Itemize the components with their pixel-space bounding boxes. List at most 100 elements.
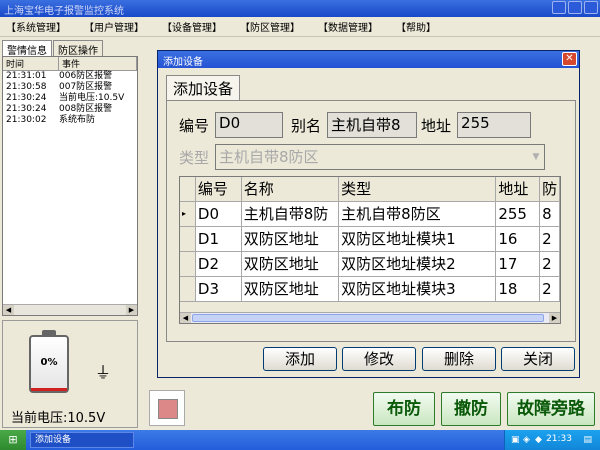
left-panel: 警情信息 防区操作 时间 事件 21:31:01 006防区报警 21:30:58… xyxy=(2,40,140,430)
maximize-icon[interactable] xyxy=(568,1,582,14)
device-alias-field[interactable]: 主机自带8 xyxy=(327,112,418,138)
bypass-button[interactable]: 故障旁路 xyxy=(507,392,595,426)
label-type: 类型 xyxy=(179,148,210,167)
log-time: 21:30:58 xyxy=(6,82,47,92)
battery-percent: 0% xyxy=(40,357,58,368)
scroll-right-icon[interactable]: ▶ xyxy=(126,305,137,315)
menu-help[interactable]: 【帮助】 xyxy=(396,19,436,34)
row-indicator-header xyxy=(180,177,196,202)
chevron-down-icon[interactable]: ▼ xyxy=(528,145,544,169)
device-no-field[interactable]: D0 xyxy=(215,112,284,138)
dialog-body: 编号 D0 别名 主机自带8 地址 255 类型 主机自带8防区 ▼ 编号 名称… xyxy=(166,100,576,342)
current-voltage: 当前电压:10.5V xyxy=(11,411,106,426)
app-title: 上海宝华电子报警监控系统 xyxy=(4,6,124,17)
col-time-header[interactable]: 时间 xyxy=(3,57,59,70)
log-header: 时间 事件 xyxy=(3,57,137,71)
table-row[interactable]: D1 双防区地址 双防区地址模块1 16 2 xyxy=(180,227,560,252)
scroll-left-icon[interactable]: ◀ xyxy=(3,305,14,315)
log-hscrollbar[interactable]: ◀ ▶ xyxy=(3,304,137,315)
app-title-bar: 上海宝华电子报警监控系统 xyxy=(0,0,600,17)
cell-addr: 255 xyxy=(496,202,541,227)
cell-no: D3 xyxy=(195,277,242,302)
device-addr-field[interactable]: 255 xyxy=(457,112,532,138)
log-event: 当前电压:10.5V xyxy=(59,93,125,103)
cell-name: 主机自带8防 xyxy=(241,202,340,227)
cell-type: 双防区地址模块2 xyxy=(339,252,497,277)
cell-zone: 8 xyxy=(540,202,560,227)
label-alias: 别名 xyxy=(291,116,322,135)
system-tray: ▣ ◈ ◆ 21:33 ▤ xyxy=(504,430,600,450)
tab-zone-operation[interactable]: 防区操作 xyxy=(53,40,103,57)
scroll-right-icon[interactable]: ▶ xyxy=(549,313,560,323)
modify-button[interactable]: 修改 xyxy=(342,347,416,371)
delete-button[interactable]: 删除 xyxy=(422,347,496,371)
cell-name: 双防区地址 xyxy=(241,277,340,302)
clock: 21:33 xyxy=(546,434,572,444)
close-button[interactable]: 关闭 xyxy=(501,347,575,371)
row-indicator xyxy=(180,277,196,302)
col-name-header[interactable]: 名称 xyxy=(241,177,340,202)
type-row: 类型 主机自带8防区 ▼ xyxy=(179,144,546,170)
arm-button[interactable]: 布防 xyxy=(373,392,435,426)
scroll-thumb[interactable] xyxy=(192,314,544,322)
table-header: 编号 名称 类型 地址 防 xyxy=(180,177,560,202)
menu-system[interactable]: 【系统管理】 xyxy=(6,19,66,34)
cell-name: 双防区地址 xyxy=(241,252,340,277)
col-event-header[interactable]: 事件 xyxy=(59,57,137,70)
menu-data[interactable]: 【数据管理】 xyxy=(318,19,378,34)
list-item[interactable]: 21:31:01 006防区报警 xyxy=(3,71,137,82)
device-image-thumbnail xyxy=(149,390,185,426)
cell-type: 双防区地址模块3 xyxy=(339,277,497,302)
minimize-icon[interactable] xyxy=(552,1,566,14)
list-item[interactable]: 21:30:58 007防区报警 xyxy=(3,82,137,93)
menu-device[interactable]: 【设备管理】 xyxy=(162,19,222,34)
bottom-toolbar: 布防 撤防 故障旁路 xyxy=(145,388,600,430)
col-addr-header[interactable]: 地址 xyxy=(496,177,541,202)
dialog-title: 添加设备 xyxy=(163,57,203,68)
scroll-left-icon[interactable]: ◀ xyxy=(180,313,191,323)
power-plug-icon: ⏚ xyxy=(95,363,112,382)
cell-type: 主机自带8防区 xyxy=(339,202,497,227)
device-type-select[interactable]: 主机自带8防区 ▼ xyxy=(215,144,546,170)
menu-zone[interactable]: 【防区管理】 xyxy=(240,19,300,34)
windows-start-icon[interactable]: ⊞ xyxy=(0,430,26,450)
battery-level-fill xyxy=(31,388,67,391)
label-addr: 地址 xyxy=(421,116,452,135)
tab-alarm-info[interactable]: 警情信息 xyxy=(2,40,52,57)
tray-volume-icon[interactable]: ◈ xyxy=(523,435,530,445)
row-indicator xyxy=(180,227,196,252)
battery-icon: 0% xyxy=(29,335,69,393)
row-indicator xyxy=(180,252,196,277)
list-item[interactable]: 21:30:02 系统布防 xyxy=(3,115,137,126)
table-row[interactable]: ▸ D0 主机自带8防 主机自带8防区 255 8 xyxy=(180,202,560,227)
cell-addr: 16 xyxy=(496,227,541,252)
log-event: 系统布防 xyxy=(59,115,96,125)
taskbar-item-add-device[interactable]: 添加设备 xyxy=(30,432,134,448)
menu-user[interactable]: 【用户管理】 xyxy=(84,19,144,34)
device-type-value: 主机自带8防区 xyxy=(219,148,319,166)
log-time: 21:30:02 xyxy=(6,115,47,125)
log-event: 006防区报警 xyxy=(59,71,113,81)
label-no: 编号 xyxy=(179,116,210,135)
table-row[interactable]: D3 双防区地址 双防区地址模块3 18 2 xyxy=(180,277,560,302)
table-row[interactable]: D2 双防区地址 双防区地址模块2 17 2 xyxy=(180,252,560,277)
col-zone-header[interactable]: 防 xyxy=(540,177,560,202)
log-time: 21:30:24 xyxy=(6,104,47,114)
tray-network-icon[interactable]: ▣ xyxy=(511,435,520,445)
list-item[interactable]: 21:30:24 008防区报警 xyxy=(3,104,137,115)
log-time: 21:31:01 xyxy=(6,71,47,81)
add-button[interactable]: 添加 xyxy=(263,347,337,371)
tray-app-icon[interactable]: ◆ xyxy=(535,435,542,445)
col-no-header[interactable]: 编号 xyxy=(195,177,242,202)
close-icon[interactable]: ✕ xyxy=(562,52,577,66)
tab-add-device[interactable]: 添加设备 xyxy=(166,75,241,101)
col-type-header[interactable]: 类型 xyxy=(339,177,497,202)
disarm-button[interactable]: 撤防 xyxy=(441,392,501,426)
cell-name: 双防区地址 xyxy=(241,227,340,252)
list-item[interactable]: 21:30:24 当前电压:10.5V xyxy=(3,93,137,104)
battery-panel: 0% ⏚ 当前电压:10.5V xyxy=(2,320,138,428)
tray-help-icon[interactable]: ▤ xyxy=(583,435,592,445)
table-hscrollbar[interactable]: ◀ ▶ xyxy=(180,312,560,323)
close-window-icon[interactable] xyxy=(584,1,598,14)
cell-addr: 18 xyxy=(496,277,541,302)
